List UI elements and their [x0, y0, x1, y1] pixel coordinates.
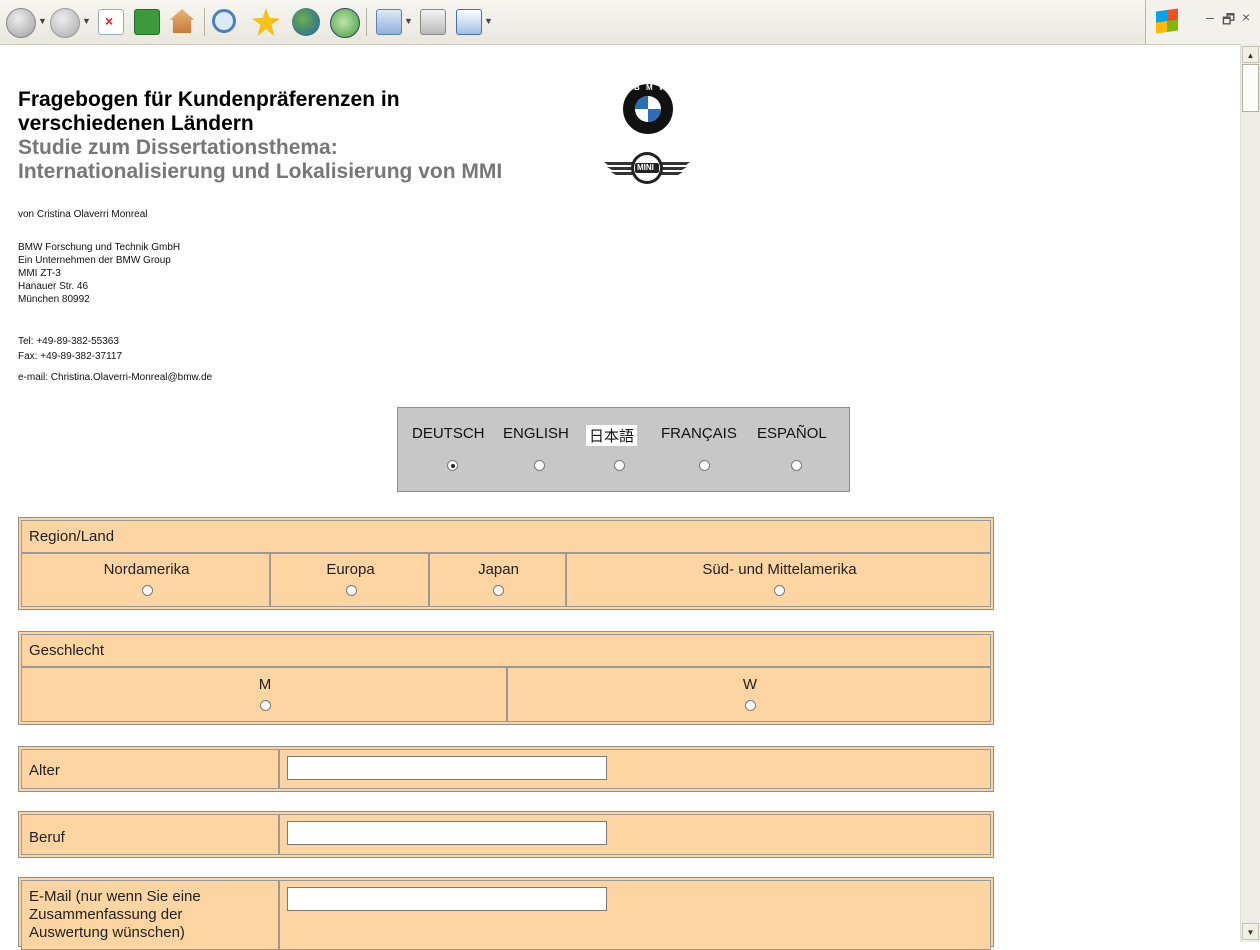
- language-radio-english[interactable]: [534, 460, 545, 471]
- gender-option-cell: W: [507, 667, 991, 722]
- forward-icon[interactable]: [50, 8, 80, 38]
- job-label: Beruf: [29, 829, 65, 846]
- job-row: Beruf: [18, 811, 994, 858]
- region-header-cell: Region/Land: [21, 520, 991, 553]
- restore-button[interactable]: 🗗: [1222, 9, 1235, 33]
- window-controls: – 🗗 ×: [1145, 0, 1260, 44]
- region-option-label: Europa: [326, 561, 375, 578]
- region-option-cell: Süd- und Mittelamerika: [566, 553, 991, 607]
- scrollbar-thumb[interactable]: [1242, 64, 1259, 112]
- region-option-cell: Europa: [270, 553, 429, 607]
- media-icon[interactable]: [292, 8, 320, 36]
- edit-dropdown-icon[interactable]: ▼: [484, 16, 493, 26]
- page-subtitle-line-1: Studie zum Dissertationsthema:: [18, 136, 338, 159]
- refresh-icon[interactable]: [134, 9, 160, 35]
- gender-option-cell: M: [21, 667, 507, 722]
- favorites-icon[interactable]: [252, 8, 280, 36]
- language-option-label: DEUTSCH: [412, 425, 485, 442]
- back-icon[interactable]: [6, 8, 36, 38]
- region-radio-nordamerika[interactable]: [142, 585, 153, 596]
- email-row: E-Mail (nur wenn Sie eine Zusammenfassun…: [18, 877, 994, 950]
- gender-option-label: W: [742, 676, 758, 693]
- home-icon[interactable]: [170, 9, 194, 33]
- gender-radio-m[interactable]: [260, 700, 271, 711]
- region-option-label: Japan: [478, 561, 519, 578]
- address-line: Hanauer Str. 46: [18, 281, 89, 292]
- toolbar-separator: [204, 8, 205, 36]
- bmw-logo: B M W: [623, 83, 673, 134]
- windows-logo-icon: [1156, 8, 1178, 34]
- region-option-label: Nordamerika: [103, 561, 190, 578]
- page-title-line-1: Fragebogen für Kundenpräferenzen in: [18, 88, 400, 111]
- scroll-down-arrow-icon[interactable]: ▼: [1242, 923, 1259, 940]
- age-row: Alter: [18, 746, 994, 792]
- edit-icon[interactable]: [456, 9, 482, 35]
- bmw-roundel: [635, 96, 661, 122]
- close-button[interactable]: ×: [1242, 9, 1250, 25]
- age-label: Alter: [29, 762, 60, 779]
- email-label-line: E-Mail (nur wenn Sie eine: [29, 888, 201, 905]
- email-line: e-mail: Christina.Olaverri-Monreal@bmw.d…: [18, 372, 213, 383]
- region-table: Region/Land Nordamerika Europa Japan Süd…: [18, 517, 994, 610]
- vertical-scrollbar[interactable]: ▲ ▼: [1240, 44, 1260, 942]
- gender-table: Geschlecht M W: [18, 631, 994, 725]
- gender-header-cell: Geschlecht: [21, 634, 991, 667]
- language-radio-deutsch[interactable]: [447, 460, 458, 471]
- search-icon[interactable]: [212, 9, 236, 33]
- language-radio-japanese[interactable]: [614, 460, 625, 471]
- language-radio-francais[interactable]: [699, 460, 710, 471]
- mini-logo-text: MINI: [637, 163, 654, 172]
- language-option-label: 日本語: [586, 425, 638, 446]
- bmw-logo-text: B M W: [634, 83, 669, 92]
- gender-option-label: M: [258, 676, 272, 693]
- region-radio-japan[interactable]: [493, 585, 504, 596]
- back-dropdown-icon[interactable]: ▼: [38, 16, 47, 26]
- region-option-cell: Nordamerika: [21, 553, 270, 607]
- region-label: Region/Land: [29, 528, 115, 545]
- email-label-line: Auswertung wünschen): [29, 924, 185, 941]
- print-icon[interactable]: [420, 9, 446, 35]
- email-label-cell: E-Mail (nur wenn Sie eine Zusammenfassun…: [21, 880, 279, 950]
- region-option-cell: Japan: [429, 553, 566, 607]
- region-radio-sued-mittelamerika[interactable]: [774, 585, 785, 596]
- browser-toolbar: ▼ ▼ × ▼ ▼ – 🗗 ×: [0, 0, 1260, 45]
- minimize-button[interactable]: –: [1206, 9, 1214, 25]
- gender-radio-w[interactable]: [745, 700, 756, 711]
- gender-label: Geschlecht: [29, 642, 105, 659]
- page-subtitle-line-2: Internationalisierung und Lokalisierung …: [18, 160, 503, 183]
- forward-dropdown-icon[interactable]: ▼: [82, 16, 91, 26]
- region-radio-europa[interactable]: [346, 585, 357, 596]
- tel-line: Tel: +49-89-382-55363: [18, 336, 119, 347]
- job-label-cell: Beruf: [21, 814, 279, 855]
- email-input[interactable]: [287, 887, 607, 911]
- mail-icon[interactable]: [376, 9, 402, 35]
- address-line: BMW Forschung und Technik GmbH: [18, 242, 181, 253]
- language-option-label: ENGLISH: [503, 425, 569, 442]
- address-line: München 80992: [18, 294, 90, 305]
- fax-line: Fax: +49-89-382-37117: [18, 351, 123, 362]
- author-line: von Cristina Olaverri Monreal: [18, 209, 148, 220]
- email-label-line: Zusammenfassung der: [29, 906, 183, 923]
- language-option-label: ESPAÑOL: [757, 425, 827, 442]
- scroll-up-arrow-icon[interactable]: ▲: [1242, 46, 1259, 63]
- address-line: MMI ZT-3: [18, 268, 61, 279]
- address-line: Ein Unternehmen der BMW Group: [18, 255, 171, 266]
- age-input[interactable]: [287, 756, 607, 780]
- language-option-label: FRANÇAIS: [661, 425, 737, 442]
- region-option-label: Süd- und Mittelamerika: [702, 561, 857, 578]
- language-selector: DEUTSCH ENGLISH 日本語 FRANÇAIS ESPAÑOL: [397, 407, 850, 492]
- mail-dropdown-icon[interactable]: ▼: [404, 16, 413, 26]
- page-title-line-2: verschiedenen Ländern: [18, 112, 254, 135]
- age-label-cell: Alter: [21, 749, 279, 789]
- language-radio-espanol[interactable]: [791, 460, 802, 471]
- stop-icon[interactable]: ×: [98, 9, 124, 35]
- toolbar-separator: [366, 8, 367, 36]
- mini-logo: MINI: [604, 150, 690, 186]
- job-input[interactable]: [287, 821, 607, 845]
- history-icon[interactable]: [330, 8, 360, 38]
